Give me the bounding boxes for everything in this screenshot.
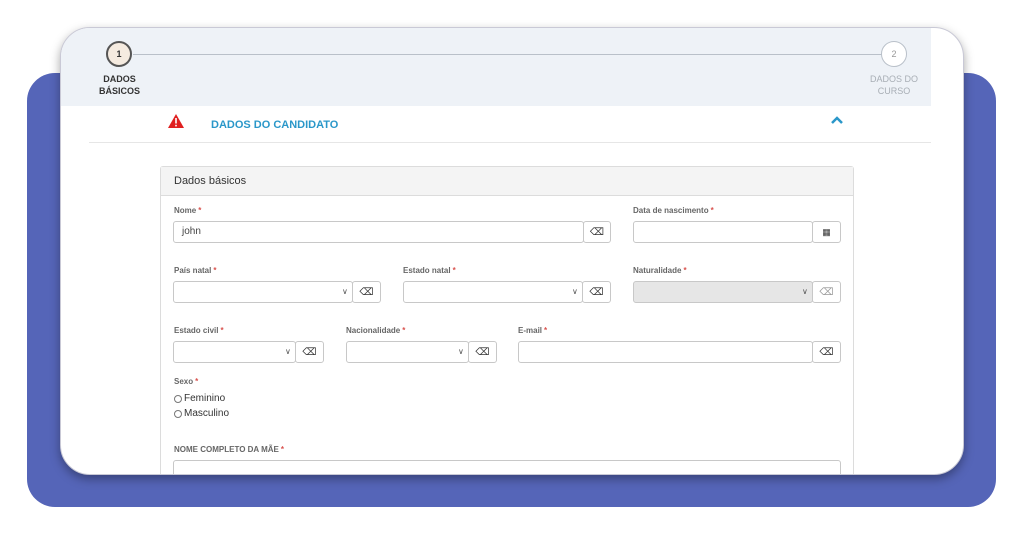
- required-mark: *: [683, 266, 687, 275]
- step-2-circle[interactable]: 2: [881, 41, 907, 67]
- required-mark: *: [195, 377, 199, 386]
- eraser-icon: ⌫: [589, 286, 604, 298]
- radio-feminino-label: Feminino: [184, 393, 226, 404]
- nome-mae-input[interactable]: [173, 460, 841, 474]
- nome-label-text: Nome: [174, 206, 197, 215]
- step-1-circle[interactable]: 1: [106, 41, 132, 67]
- nacionalidade-label-text: Nacionalidade: [346, 326, 401, 335]
- estado-civil-select[interactable]: ∨: [173, 341, 296, 363]
- required-mark: *: [402, 326, 406, 335]
- step-1-label-line1: DADOS: [103, 74, 136, 84]
- estado-natal-clear-button[interactable]: ⌫: [582, 281, 611, 303]
- email-label: E-mail *: [518, 326, 547, 335]
- chevron-up-icon[interactable]: [831, 115, 843, 125]
- required-mark: *: [544, 326, 548, 335]
- nacionalidade-clear-button[interactable]: ⌫: [468, 341, 497, 363]
- warning-icon: [168, 114, 184, 128]
- radio-feminino[interactable]: Feminino: [174, 393, 225, 404]
- step-2-label[interactable]: DADOS DO CURSO: [869, 73, 919, 97]
- calendar-icon: ▦: [822, 226, 831, 237]
- estado-civil-label: Estado civil *: [174, 326, 224, 335]
- email-label-text: E-mail: [518, 326, 543, 335]
- required-mark: *: [220, 326, 224, 335]
- radio-circle[interactable]: [174, 409, 182, 418]
- required-mark: *: [280, 445, 285, 454]
- step-2-label-line2: CURSO: [877, 86, 911, 96]
- nacionalidade-select[interactable]: ∨: [346, 341, 469, 363]
- chevron-down-icon: ∨: [802, 287, 808, 296]
- estado-natal-label: Estado natal *: [403, 266, 456, 275]
- form-window: 1 DADOS BÁSICOS 2 DADOS DO CURSO DADOS D…: [60, 27, 964, 475]
- data-nascimento-input[interactable]: [633, 221, 813, 243]
- pais-natal-label-text: País natal: [174, 266, 212, 275]
- naturalidade-clear-button: ⌫: [812, 281, 841, 303]
- step-2-label-line1: DADOS DO: [869, 74, 918, 84]
- radio-masculino-label: Masculino: [184, 408, 230, 419]
- nome-mae-label: NOME COMPLETO DA MÃE *: [174, 445, 284, 454]
- data-nascimento-label-text: Data de nascimento: [633, 206, 709, 215]
- nome-input[interactable]: john: [173, 221, 584, 243]
- stepper-line: [133, 54, 891, 55]
- required-mark: *: [452, 266, 456, 275]
- sexo-label-text: Sexo: [174, 377, 194, 386]
- pais-natal-select[interactable]: ∨: [173, 281, 353, 303]
- eraser-icon: ⌫: [359, 286, 374, 298]
- panel-title: Dados básicos: [161, 167, 853, 196]
- pais-natal-label: País natal *: [174, 266, 216, 275]
- chevron-down-icon: ∨: [342, 287, 348, 296]
- step-1-number: 1: [116, 49, 122, 59]
- estado-civil-clear-button[interactable]: ⌫: [295, 341, 324, 363]
- required-mark: *: [710, 206, 714, 215]
- chevron-down-icon: ∨: [285, 347, 291, 356]
- dados-basicos-panel: Dados básicos Nome * john ⌫ Data de nasci…: [160, 166, 854, 474]
- step-1-label-line2: BÁSICOS: [99, 86, 141, 96]
- step-2-number: 2: [891, 49, 897, 59]
- radio-circle[interactable]: [174, 394, 182, 403]
- chevron-down-icon: ∨: [572, 287, 578, 296]
- email-clear-button[interactable]: ⌫: [812, 341, 841, 363]
- section-title[interactable]: DADOS DO CANDIDATO: [211, 119, 338, 131]
- naturalidade-label: Naturalidade *: [633, 266, 687, 275]
- eraser-icon: ⌫: [302, 346, 317, 358]
- eraser-icon: ⌫: [589, 226, 605, 238]
- calendar-button[interactable]: ▦: [812, 221, 841, 243]
- nacionalidade-label: Nacionalidade *: [346, 326, 405, 335]
- email-input[interactable]: [518, 341, 813, 363]
- nome-mae-label-text: NOME COMPLETO DA MÃE: [174, 445, 279, 454]
- nome-value: john: [182, 226, 201, 237]
- chevron-down-icon: ∨: [458, 347, 464, 356]
- sexo-label: Sexo *: [174, 377, 198, 386]
- step-1-label[interactable]: DADOS BÁSICOS: [99, 73, 140, 97]
- pais-natal-clear-button[interactable]: ⌫: [352, 281, 381, 303]
- nome-label: Nome *: [174, 206, 201, 215]
- estado-civil-label-text: Estado civil: [174, 326, 219, 335]
- estado-natal-label-text: Estado natal: [403, 266, 451, 275]
- data-nascimento-label: Data de nascimento *: [633, 206, 714, 215]
- naturalidade-select: ∨: [633, 281, 813, 303]
- eraser-icon: ⌫: [819, 286, 834, 298]
- required-mark: *: [198, 206, 202, 215]
- required-mark: *: [213, 266, 217, 275]
- nome-clear-button[interactable]: ⌫: [583, 221, 611, 243]
- eraser-icon: ⌫: [475, 346, 490, 358]
- estado-natal-select[interactable]: ∨: [403, 281, 583, 303]
- section-header-candidato[interactable]: DADOS DO CANDIDATO: [89, 114, 931, 143]
- eraser-icon: ⌫: [819, 346, 834, 358]
- stepper: 1 DADOS BÁSICOS 2 DADOS DO CURSO: [61, 28, 931, 106]
- radio-masculino[interactable]: Masculino: [174, 408, 229, 419]
- naturalidade-label-text: Naturalidade: [633, 266, 682, 275]
